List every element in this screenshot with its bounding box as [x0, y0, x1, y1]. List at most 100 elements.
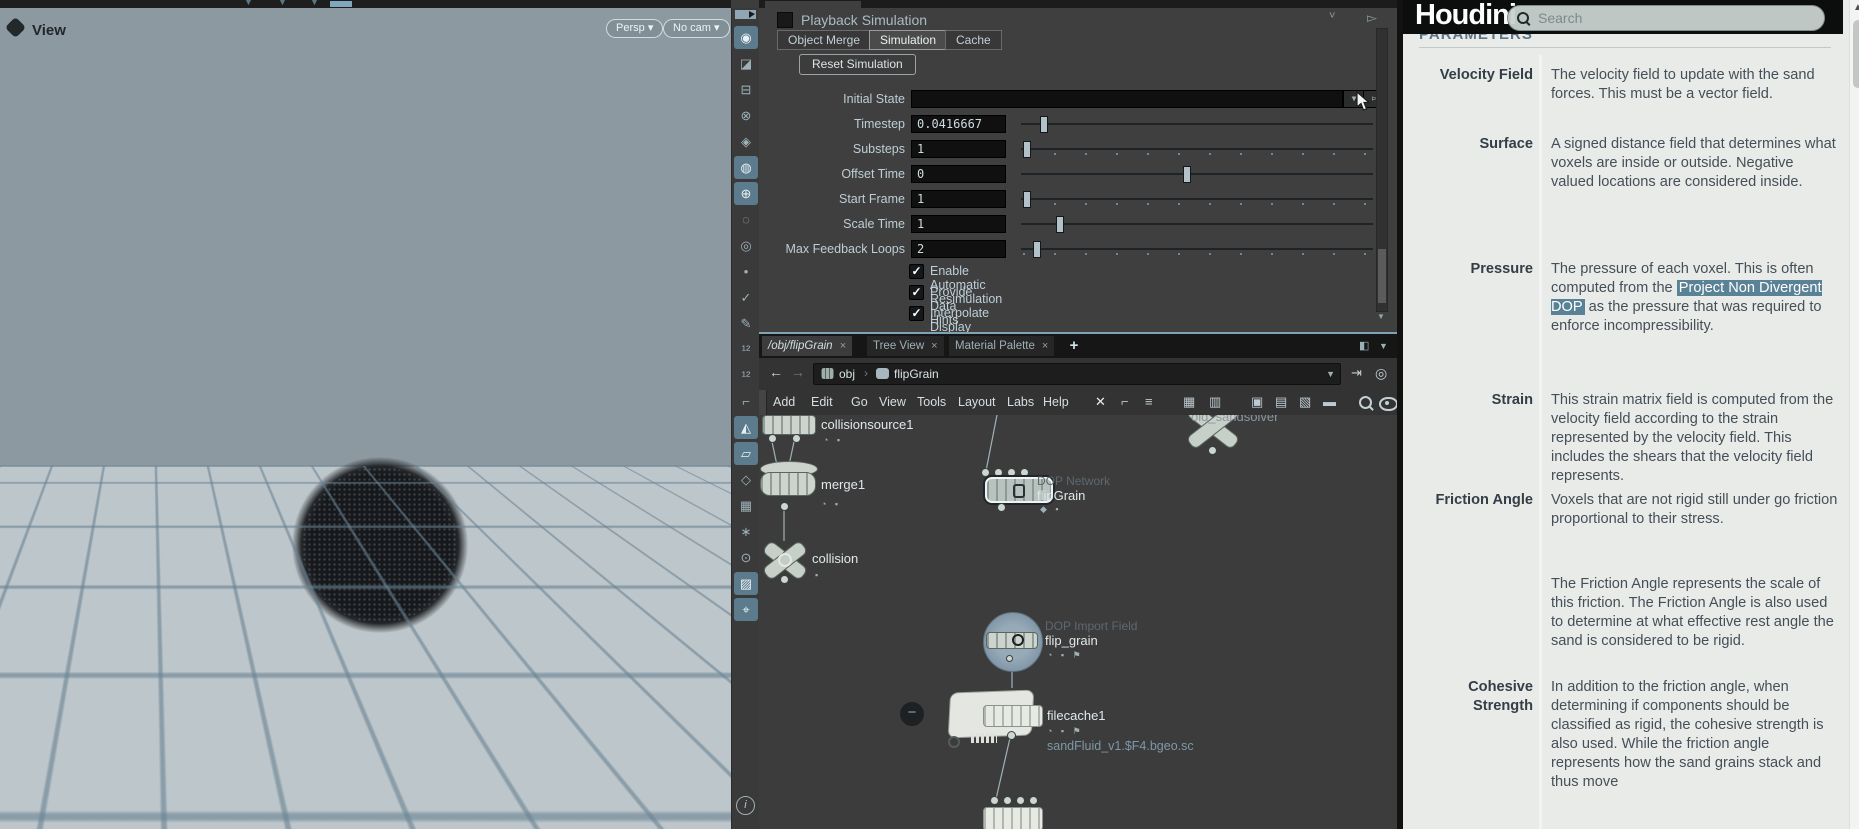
initial-state-input[interactable]	[911, 90, 1343, 108]
max-feedback-loops-input[interactable]: 2	[911, 240, 1006, 258]
dome-light-icon[interactable]: ⊙	[734, 546, 758, 569]
parameter-scrollbar[interactable]	[1376, 28, 1388, 312]
path-dropdown-icon[interactable]: ▼	[1326, 369, 1335, 379]
node-input-connector[interactable]	[1016, 796, 1025, 805]
show-handles-icon[interactable]: ⊕	[734, 182, 758, 205]
reset-simulation-button[interactable]: Reset Simulation	[799, 54, 916, 75]
provide-data-hints-checkbox[interactable]: ✓	[909, 285, 924, 300]
node-collision[interactable]	[761, 541, 807, 577]
path-breadcrumb-field[interactable]: obj › flipGrain ▼	[813, 363, 1341, 385]
align-icon[interactable]: ⌐	[1121, 394, 1129, 409]
scroll-up-icon[interactable]: ▲	[1850, 2, 1859, 13]
ghost-other-objects-icon[interactable]: ◌	[734, 208, 758, 231]
enable-automatic-resimulation-checkbox[interactable]: ✓	[909, 264, 924, 279]
pane-tab-network[interactable]: /obj/flipGrain×	[762, 336, 852, 356]
param-pointer-icon[interactable]: ▻	[1367, 10, 1377, 26]
projection-menu-button[interactable]: Persp ▾	[606, 19, 663, 38]
node-badges[interactable]: ▪	[815, 570, 821, 580]
scrollbar-thumb[interactable]	[1378, 249, 1386, 303]
docs-scrollbar[interactable]: ▲	[1849, 0, 1859, 829]
pane-split-icon[interactable]: ◧	[1359, 339, 1369, 352]
substeps-input[interactable]: 1	[911, 140, 1006, 158]
node-activation-toggle[interactable]	[777, 12, 793, 28]
node-partial-bottom[interactable]	[983, 807, 1043, 829]
shelf-chevron-icon[interactable]: ▼	[278, 0, 287, 7]
node-badges[interactable]: ◆ ▪	[1040, 504, 1062, 515]
info-icon[interactable]: i	[736, 796, 755, 815]
scrollbar-thumb[interactable]	[1853, 20, 1859, 88]
camera-menu-button[interactable]: No cam ▾	[663, 19, 730, 38]
pin-pane-icon[interactable]: ⇥	[1351, 365, 1362, 381]
select-mode-icon[interactable]: ◪	[734, 52, 758, 75]
node-input-connector[interactable]	[1003, 796, 1012, 805]
node-output-connector[interactable]	[780, 502, 789, 511]
breadcrumb-root[interactable]: obj	[839, 367, 855, 381]
start-frame-slider[interactable]	[1021, 190, 1373, 208]
reflections-icon[interactable]: ◇	[734, 468, 758, 491]
parameter-pane-tab[interactable]	[765, 1, 861, 8]
bypass-badge[interactable]: −	[900, 702, 924, 726]
pane-menu-icon[interactable]: ▼	[1379, 341, 1388, 351]
node-collisionsource1[interactable]	[762, 415, 816, 435]
offset-time-input[interactable]: 0	[911, 165, 1006, 183]
node-input-connector[interactable]	[1020, 468, 1029, 477]
data-stack-icon[interactable]: ▬	[1323, 394, 1336, 409]
notes-icon[interactable]: ▤	[1275, 394, 1287, 410]
scroll-down-icon[interactable]: ▼	[1376, 312, 1386, 321]
shelf-chevron-icon[interactable]: ▼	[310, 0, 319, 7]
shelf-chevron-icon[interactable]: ▼	[244, 0, 253, 7]
background-image-icon[interactable]: ▨	[734, 572, 758, 595]
scene-lights-icon[interactable]: ◈	[734, 130, 758, 153]
ground-plane-icon[interactable]: ▱	[734, 442, 758, 465]
hide-other-objects-icon[interactable]: ◎	[734, 234, 758, 257]
menu-tools[interactable]: Tools	[917, 395, 946, 409]
timestep-input[interactable]: 0.0416667	[911, 115, 1006, 133]
display-terrain-icon[interactable]: ◭	[734, 416, 758, 439]
node-output-connector[interactable]	[1007, 731, 1016, 740]
layout-grid-icon[interactable]: ▥	[1209, 394, 1221, 410]
search-input[interactable]	[1536, 7, 1810, 29]
menu-help[interactable]: Help	[1043, 395, 1069, 409]
scene-viewport[interactable]: View Persp ▾ No cam ▾	[0, 8, 731, 829]
pane-tab-tree-view[interactable]: Tree View×	[867, 336, 944, 356]
view-mask-icon[interactable]: ⌐	[734, 390, 758, 413]
collapsed-shelf-strip[interactable]: ▼ ▼ ▼	[0, 0, 731, 8]
follow-target-icon[interactable]: ◎	[1375, 365, 1387, 382]
show-selected-only-icon[interactable]: ⊗	[734, 104, 758, 127]
validate-display-icon[interactable]: ✓	[734, 286, 758, 309]
node-merge1[interactable]	[760, 472, 816, 496]
visibility-icon[interactable]	[1379, 397, 1398, 411]
breadcrumb-current[interactable]: flipGrain	[894, 367, 939, 381]
draw-tool-icon[interactable]: ✎	[734, 312, 758, 335]
add-tab-button[interactable]: +	[1064, 336, 1084, 356]
node-output-connector[interactable]	[780, 575, 789, 584]
node-output-connector[interactable]	[997, 503, 1006, 512]
node-output-connector[interactable]	[792, 434, 801, 443]
toolbar-collapse-handle[interactable]	[735, 10, 756, 19]
node-input-connector[interactable]	[994, 468, 1003, 477]
node-badges[interactable]: ◔ ▪ ⚑	[1047, 726, 1084, 737]
menu-labs[interactable]: Labs	[1007, 395, 1034, 409]
start-frame-input[interactable]: 1	[911, 190, 1006, 208]
search-icon[interactable]	[1359, 396, 1372, 409]
pane-tab-material-palette[interactable]: Material Palette×	[949, 336, 1054, 356]
forward-icon[interactable]: →	[791, 364, 805, 380]
menu-view[interactable]: View	[879, 395, 906, 409]
display-cage-icon[interactable]: ▦	[734, 494, 758, 517]
node-output-connector[interactable]	[1208, 446, 1217, 455]
close-icon[interactable]: ×	[840, 340, 846, 352]
add-image-icon[interactable]: ▧	[1299, 394, 1311, 410]
menu-add[interactable]: Add	[773, 395, 795, 409]
scale-time-input[interactable]: 1	[911, 215, 1006, 233]
max-feedback-loops-slider[interactable]	[1021, 240, 1373, 258]
offset-time-slider[interactable]	[1021, 165, 1373, 183]
secure-selection-lock-icon[interactable]: ⊟	[734, 78, 758, 101]
primitive-numbers-icon[interactable]: ¹²	[734, 364, 758, 387]
menubar-handle[interactable]	[759, 390, 767, 415]
close-icon[interactable]: ×	[931, 340, 937, 352]
node-badges[interactable]: ◔ ▪	[823, 435, 843, 445]
camera-lock-icon[interactable]: ⌖	[734, 598, 758, 621]
node-input-connector[interactable]	[1029, 796, 1038, 805]
param-collapse-icon[interactable]: ˅	[1329, 10, 1335, 22]
back-icon[interactable]: ←	[769, 364, 783, 380]
